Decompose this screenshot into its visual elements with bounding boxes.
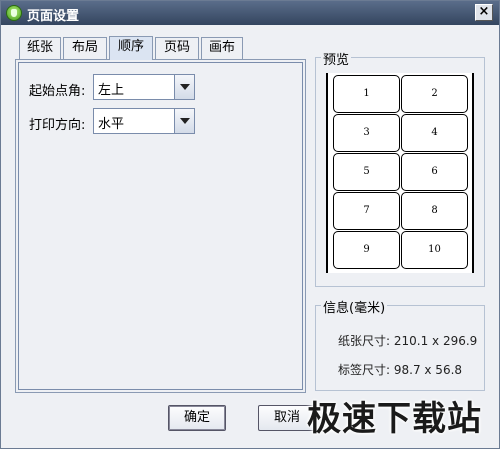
- tab-canvas[interactable]: 画布: [201, 37, 243, 59]
- start-corner-select[interactable]: 左上: [93, 74, 195, 100]
- print-direction-label: 打印方向:: [29, 118, 86, 133]
- preview-cell: 2: [401, 75, 468, 113]
- chevron-down-icon[interactable]: [174, 109, 194, 133]
- tab-layout[interactable]: 布局: [63, 37, 107, 59]
- page-setup-dialog: 页面设置 × 纸张 布局 顺序 页码 画布 起始点角: 左上 打印方向: 水平 …: [0, 0, 500, 449]
- label-size-text: 标签尺寸: 98.7 x 56.8: [338, 363, 463, 377]
- paper-size-text: 纸张尺寸: 210.1 x 296.9: [338, 334, 478, 348]
- window-title: 页面设置: [27, 9, 80, 24]
- preview-cell: 10: [401, 231, 468, 269]
- preview-cell: 8: [401, 192, 468, 230]
- preview-cell: 6: [401, 153, 468, 191]
- ok-button[interactable]: 确定: [168, 405, 226, 431]
- print-direction-value: 水平: [98, 117, 125, 132]
- preview-cell: 7: [333, 192, 400, 230]
- tab-page-number[interactable]: 页码: [155, 37, 199, 59]
- start-corner-value: 左上: [98, 83, 125, 98]
- tab-order[interactable]: 顺序: [109, 36, 153, 60]
- tab-paper[interactable]: 纸张: [19, 37, 61, 59]
- close-button[interactable]: ×: [475, 4, 493, 21]
- start-corner-label: 起始点角:: [29, 84, 86, 99]
- app-icon: [6, 5, 22, 21]
- preview-cell: 4: [401, 114, 468, 152]
- preview-cell: 1: [333, 75, 400, 113]
- preview-cell: 3: [333, 114, 400, 152]
- preview-title: 预览: [321, 49, 352, 68]
- watermark-text: 极速下载站: [307, 399, 482, 439]
- preview-sheet: 1 2 3 4 5 6 7 8 9 10: [326, 73, 474, 273]
- title-bar[interactable]: 页面设置 ×: [1, 1, 499, 25]
- preview-cell: 5: [333, 153, 400, 191]
- preview-cell: 9: [333, 231, 400, 269]
- info-title: 信息(毫米): [321, 297, 388, 316]
- print-direction-select[interactable]: 水平: [93, 108, 195, 134]
- chevron-down-icon[interactable]: [174, 75, 194, 99]
